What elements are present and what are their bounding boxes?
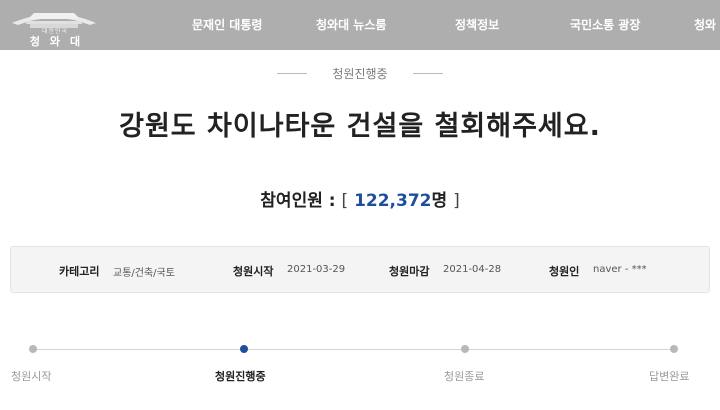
progress-step-ended: 청원종료 — [444, 370, 485, 383]
progress-dot-start — [29, 345, 37, 353]
progress-step-ongoing: 청원진행중 — [215, 370, 266, 383]
progress-dot-answered — [670, 345, 678, 353]
participant-label: 참여인원 : — [260, 191, 336, 211]
petition-title: 강원도 차이나타운 건설을 철회해주세요. — [119, 111, 601, 142]
nav-item-president[interactable]: 문재인 대통령 — [192, 16, 262, 33]
nav-item-plaza[interactable]: 국민소통 광장 — [570, 16, 640, 33]
open-bracket: [ — [341, 191, 349, 211]
end-date-value: 2021-04-28 — [443, 264, 502, 275]
author-value: naver - *** — [593, 264, 647, 275]
participant-number: 122,372 — [354, 191, 432, 211]
petition-info-box: 카테고리 교통/건축/국토 청원시작 2021-03-29 청원마감 2021-… — [10, 246, 710, 293]
nav-item-policy[interactable]: 정책정보 — [455, 16, 499, 33]
author-label: 청원인 — [549, 265, 580, 278]
end-date-label: 청원마감 — [389, 265, 430, 278]
progress-dot-ongoing — [240, 345, 248, 353]
main-nav: 문재인 대통령 청와대 뉴스룸 정책정보 국민소통 광장 청와 — [0, 0, 720, 50]
category-label: 카테고리 — [59, 265, 100, 278]
top-navigation-bar: 대한민국 청와대 문재인 대통령 청와대 뉴스룸 정책정보 국민소통 광장 청와 — [0, 0, 720, 50]
petition-progress: 청원시작 청원진행중 청원종료 답변완료 — [0, 340, 720, 390]
nav-item-cheongwa[interactable]: 청와 — [694, 16, 716, 33]
start-date-value: 2021-03-29 — [287, 264, 346, 275]
progress-track — [33, 349, 673, 350]
nav-item-newsroom[interactable]: 청와대 뉴스룸 — [316, 16, 386, 33]
start-date-label: 청원시작 — [233, 265, 274, 278]
progress-step-answered: 답변완료 — [649, 370, 690, 383]
progress-dot-ended — [461, 345, 469, 353]
petition-status: 청원진행중 — [0, 63, 720, 83]
close-bracket: ] — [453, 191, 460, 211]
progress-step-start: 청원시작 — [11, 370, 52, 383]
status-label: 청원진행중 — [332, 67, 388, 81]
participant-count: 참여인원 : [ 122,372명 ] — [0, 186, 720, 211]
participant-unit: 명 — [431, 191, 448, 211]
category-value: 교통/건축/국토 — [113, 268, 175, 279]
